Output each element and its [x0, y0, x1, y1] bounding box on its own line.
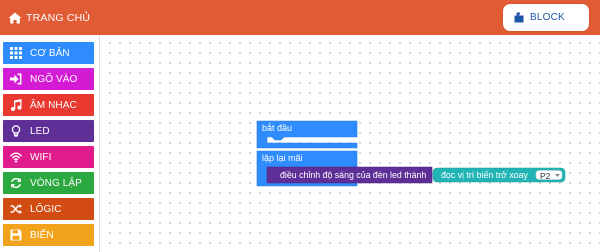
block-mode-button[interactable]: BLOCK	[503, 4, 589, 31]
category-variables[interactable]: BIẾN	[3, 224, 94, 246]
category-label: VÒNG LẶP	[30, 177, 82, 189]
refresh-icon	[11, 177, 21, 189]
category-label: BIẾN	[30, 229, 54, 241]
category-loops[interactable]: VÒNG LẶP	[3, 172, 94, 194]
sign-in-icon	[10, 73, 22, 85]
block-mode-label: BLOCK	[530, 12, 565, 23]
category-label: CƠ BẢN	[30, 47, 70, 59]
on-start-label[interactable]: bắt đầu	[262, 123, 292, 134]
category-label: WIFI	[30, 151, 52, 163]
category-logic[interactable]: LÔGIC	[3, 198, 94, 220]
puzzle-icon	[514, 12, 524, 23]
forever-label[interactable]: lặp lại mãi	[262, 153, 303, 164]
category-sidebar: CƠ BẢN NGÕ VÀO ÂM NHẠC LED WIFI VÒNG LẶP…	[0, 35, 100, 252]
shuffle-icon	[10, 204, 22, 214]
category-wifi[interactable]: WIFI	[3, 146, 94, 168]
category-label: LÔGIC	[30, 203, 62, 215]
pin-value[interactable]: P2	[540, 171, 550, 181]
top-bar: TRANG CHỦ BLOCK	[0, 0, 600, 35]
category-input[interactable]: NGÕ VÀO	[3, 68, 94, 90]
category-label: NGÕ VÀO	[30, 73, 78, 85]
wifi-icon	[10, 152, 22, 163]
grid-icon	[10, 47, 22, 59]
category-led[interactable]: LED	[3, 120, 94, 142]
lightbulb-icon	[11, 125, 21, 137]
save-icon	[10, 229, 22, 241]
category-basic[interactable]: CƠ BẢN	[3, 42, 94, 64]
category-label: LED	[30, 125, 50, 137]
category-label: ÂM NHẠC	[30, 99, 77, 111]
category-music[interactable]: ÂM NHẠC	[3, 94, 94, 116]
home-button[interactable]: TRANG CHỦ	[8, 12, 90, 24]
potentiometer-label[interactable]: đọc vị trí biến trở xoay	[441, 170, 528, 181]
led-brightness-label[interactable]: điều chỉnh độ sáng của đèn led thành	[280, 170, 426, 181]
home-icon	[8, 12, 22, 23]
music-icon	[11, 99, 22, 111]
home-label: TRANG CHỦ	[26, 11, 91, 24]
